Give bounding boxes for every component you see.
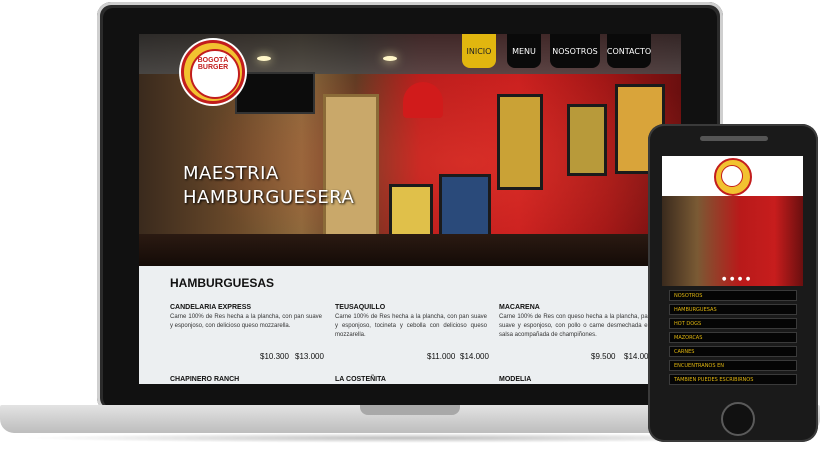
phone-menu-item[interactable]: ENCUENTRANOS EN [669, 360, 797, 371]
phone-brand-logo[interactable] [714, 158, 752, 196]
hero-title-line2: HAMBURGUESERA [183, 187, 355, 208]
section-title: HAMBURGUESAS [170, 276, 275, 290]
phone-home-button[interactable] [721, 402, 755, 436]
hero-lamp [403, 82, 443, 118]
logo-text: BOGOTÁ BURGER [197, 57, 229, 71]
menu-item[interactable]: CANDELARIA EXPRESS Carne 100% de Res hec… [170, 304, 322, 331]
menu-item[interactable]: MACARENA Carne 100% de Res con queso hec… [499, 304, 651, 340]
phone-menu-item[interactable]: NOSOTROS [669, 290, 797, 301]
phone-screen: ● ● ● ● NOSOTROS HAMBURGUESAS HOT DOGS M… [662, 156, 803, 388]
item-description: Carne 100% de Res con queso hecha a la p… [499, 314, 651, 338]
item-price-combo: $13.000 [295, 352, 324, 361]
hero-poster [439, 174, 491, 240]
laptop-notch [360, 405, 460, 415]
hero-title: MAESTRIA HAMBURGUESERA [183, 162, 354, 210]
menu-section: HAMBURGUESAS CANDELARIA EXPRESS Carne 10… [139, 266, 681, 384]
item-name: TEUSAQUILLO [335, 304, 386, 311]
item-name: CANDELARIA EXPRESS [170, 304, 252, 311]
ceiling-light [257, 56, 271, 61]
hero-tv [235, 72, 315, 114]
nav-inicio[interactable]: INICIO [462, 34, 496, 68]
item-description: Carne 100% de Res hecha a la plancha, co… [335, 314, 487, 338]
item-name: CHAPINERO RANCH [170, 376, 240, 383]
item-price-single: $11.000 [427, 352, 456, 361]
phone-menu: NOSOTROS HAMBURGUESAS HOT DOGS MAZORCAS … [662, 286, 803, 388]
item-price-single: $9.500 [591, 352, 616, 361]
item-name: MODELIA [499, 376, 532, 383]
hero-title-line1: MAESTRIA [183, 163, 279, 184]
nav-contacto[interactable]: CONTACTO [607, 34, 651, 68]
hero-banner: BOGOTÁ BURGER INICIO MENU NOSOTROS CONTA… [139, 34, 681, 266]
hero-poster [497, 94, 543, 190]
item-description: Carne 100% de Res hecha a la plancha, co… [170, 314, 322, 329]
nav-nosotros[interactable]: NOSOTROS [550, 34, 600, 68]
item-price-single: $10.300 [260, 352, 289, 361]
item-name: LA COSTEÑITA [335, 376, 386, 383]
hero-poster [567, 104, 607, 176]
slider-dots[interactable]: ● ● ● ● [722, 276, 751, 282]
phone-menu-item[interactable]: HAMBURGUESAS [669, 304, 797, 315]
nav-menu[interactable]: MENU [507, 34, 541, 68]
menu-item[interactable]: MODELIA [499, 376, 651, 383]
hero-tables [139, 234, 681, 266]
phone-speaker [700, 136, 768, 141]
phone-logo-ring [721, 165, 743, 187]
phone-menu-item[interactable]: MAZORCAS [669, 332, 797, 343]
phone-menu-item[interactable]: TAMBIEN PUEDES ESCRIBIRNOS [669, 374, 797, 385]
menu-item[interactable]: TEUSAQUILLO Carne 100% de Res hecha a la… [335, 304, 487, 340]
brand-logo[interactable]: BOGOTÁ BURGER [181, 40, 245, 104]
ceiling-light [383, 56, 397, 61]
phone-hero-banner [662, 196, 803, 286]
menu-item[interactable]: CHAPINERO RANCH [170, 376, 322, 383]
laptop-screen: BOGOTÁ BURGER INICIO MENU NOSOTROS CONTA… [139, 34, 681, 384]
item-price-combo: $14.000 [460, 352, 489, 361]
phone-menu-item[interactable]: HOT DOGS [669, 318, 797, 329]
phone-menu-item[interactable]: CARNES [669, 346, 797, 357]
item-name: MACARENA [499, 304, 540, 311]
menu-item[interactable]: LA COSTEÑITA [335, 376, 487, 383]
